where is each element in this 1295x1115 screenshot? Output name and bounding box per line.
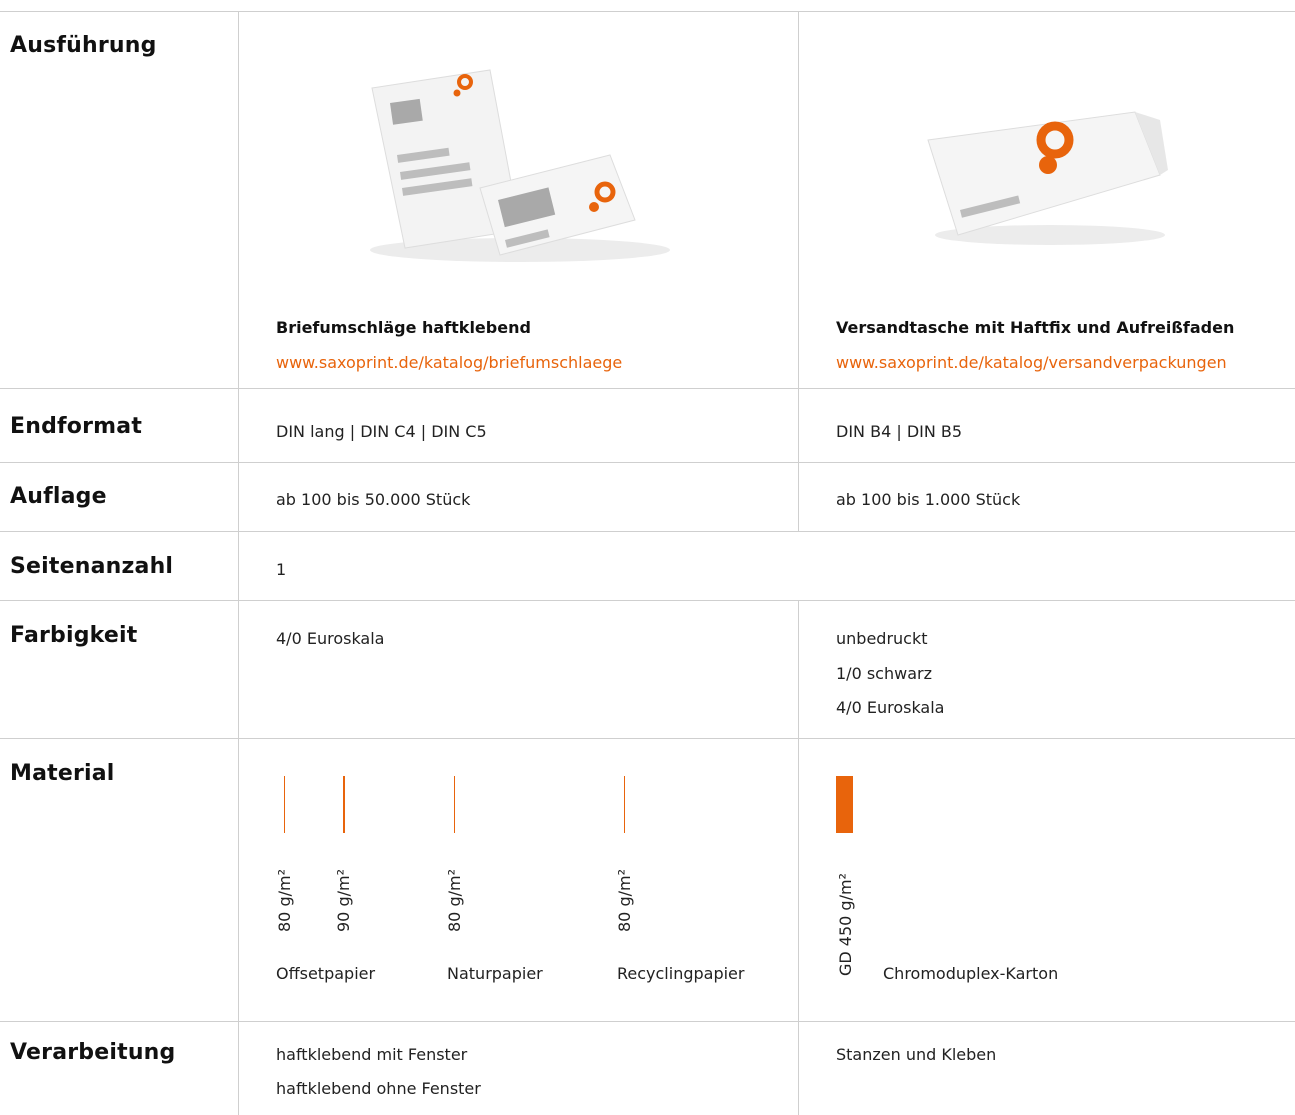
- column-rule: [798, 600, 799, 1115]
- verarbeitung-envelopes-option: haftklebend ohne Fenster: [276, 1079, 481, 1098]
- row-label-ausfuehrung: Ausführung: [10, 33, 157, 58]
- paper-type-label: Offsetpapier: [276, 964, 376, 983]
- paper-thickness-marker: [284, 776, 285, 833]
- row-rule: [0, 600, 1295, 601]
- verarbeitung-envelopes-option: haftklebend mit Fenster: [276, 1045, 468, 1064]
- paper-type-label: Naturpapier: [447, 964, 543, 983]
- farbigkeit-envelopes: 4/0 Euroskala: [276, 629, 385, 648]
- paper-type-label: Recyclingpapier: [617, 964, 745, 983]
- product-name-envelopes: Briefumschläge haftklebend: [276, 318, 531, 337]
- row-rule: [0, 531, 1295, 532]
- endformat-mailer: DIN B4 | DIN B5: [836, 422, 963, 441]
- row-label-farbigkeit: Farbigkeit: [10, 623, 138, 648]
- paper-type-label: Chromoduplex-Karton: [883, 964, 1059, 983]
- paper-thickness-marker: [454, 776, 455, 833]
- row-label-auflage: Auflage: [10, 484, 107, 509]
- row-label-seitenanzahl: Seitenanzahl: [10, 554, 174, 579]
- auflage-mailer: ab 100 bis 1.000 Stück: [836, 490, 1021, 509]
- paper-thickness-marker: [624, 776, 625, 833]
- row-label-material: Material: [10, 761, 115, 786]
- paper-weight-label: 80 g/m²: [275, 869, 294, 932]
- auflage-envelopes: ab 100 bis 50.000 Stück: [276, 490, 471, 509]
- envelopes-product-image: [370, 69, 670, 262]
- paper-weight-label: GD 450 g/m²: [836, 873, 855, 976]
- seitenanzahl-value: 1: [276, 560, 287, 579]
- product-name-mailer: Versandtasche mit Haftfix und Aufreißfad…: [836, 318, 1235, 337]
- mailer-product-image: [927, 111, 1168, 245]
- paper-weight-label: 80 g/m²: [445, 869, 464, 932]
- paper-weight-label: 80 g/m²: [615, 869, 634, 932]
- paper-thickness-marker: [836, 776, 853, 833]
- column-rule: [798, 11, 799, 531]
- row-rule: [0, 388, 1295, 389]
- row-label-verarbeitung: Verarbeitung: [10, 1040, 176, 1065]
- table-top-rule: [0, 11, 1295, 12]
- paper-thickness-marker: [343, 776, 345, 833]
- verarbeitung-mailer: Stanzen und Kleben: [836, 1045, 997, 1064]
- paper-weight-label: 90 g/m²: [334, 869, 353, 932]
- farbigkeit-mailer-option: unbedruckt: [836, 629, 928, 648]
- row-rule: [0, 1021, 1295, 1022]
- product-link-mailer[interactable]: www.saxoprint.de/katalog/versandverpacku…: [836, 353, 1227, 372]
- column-rule: [238, 11, 239, 1115]
- endformat-envelopes: DIN lang | DIN C4 | DIN C5: [276, 422, 487, 441]
- farbigkeit-mailer-option: 4/0 Euroskala: [836, 698, 945, 717]
- farbigkeit-mailer-option: 1/0 schwarz: [836, 664, 932, 683]
- product-link-envelopes[interactable]: www.saxoprint.de/katalog/briefumschlaege: [276, 353, 622, 372]
- row-rule: [0, 462, 1295, 463]
- row-rule: [0, 738, 1295, 739]
- row-label-endformat: Endformat: [10, 414, 143, 439]
